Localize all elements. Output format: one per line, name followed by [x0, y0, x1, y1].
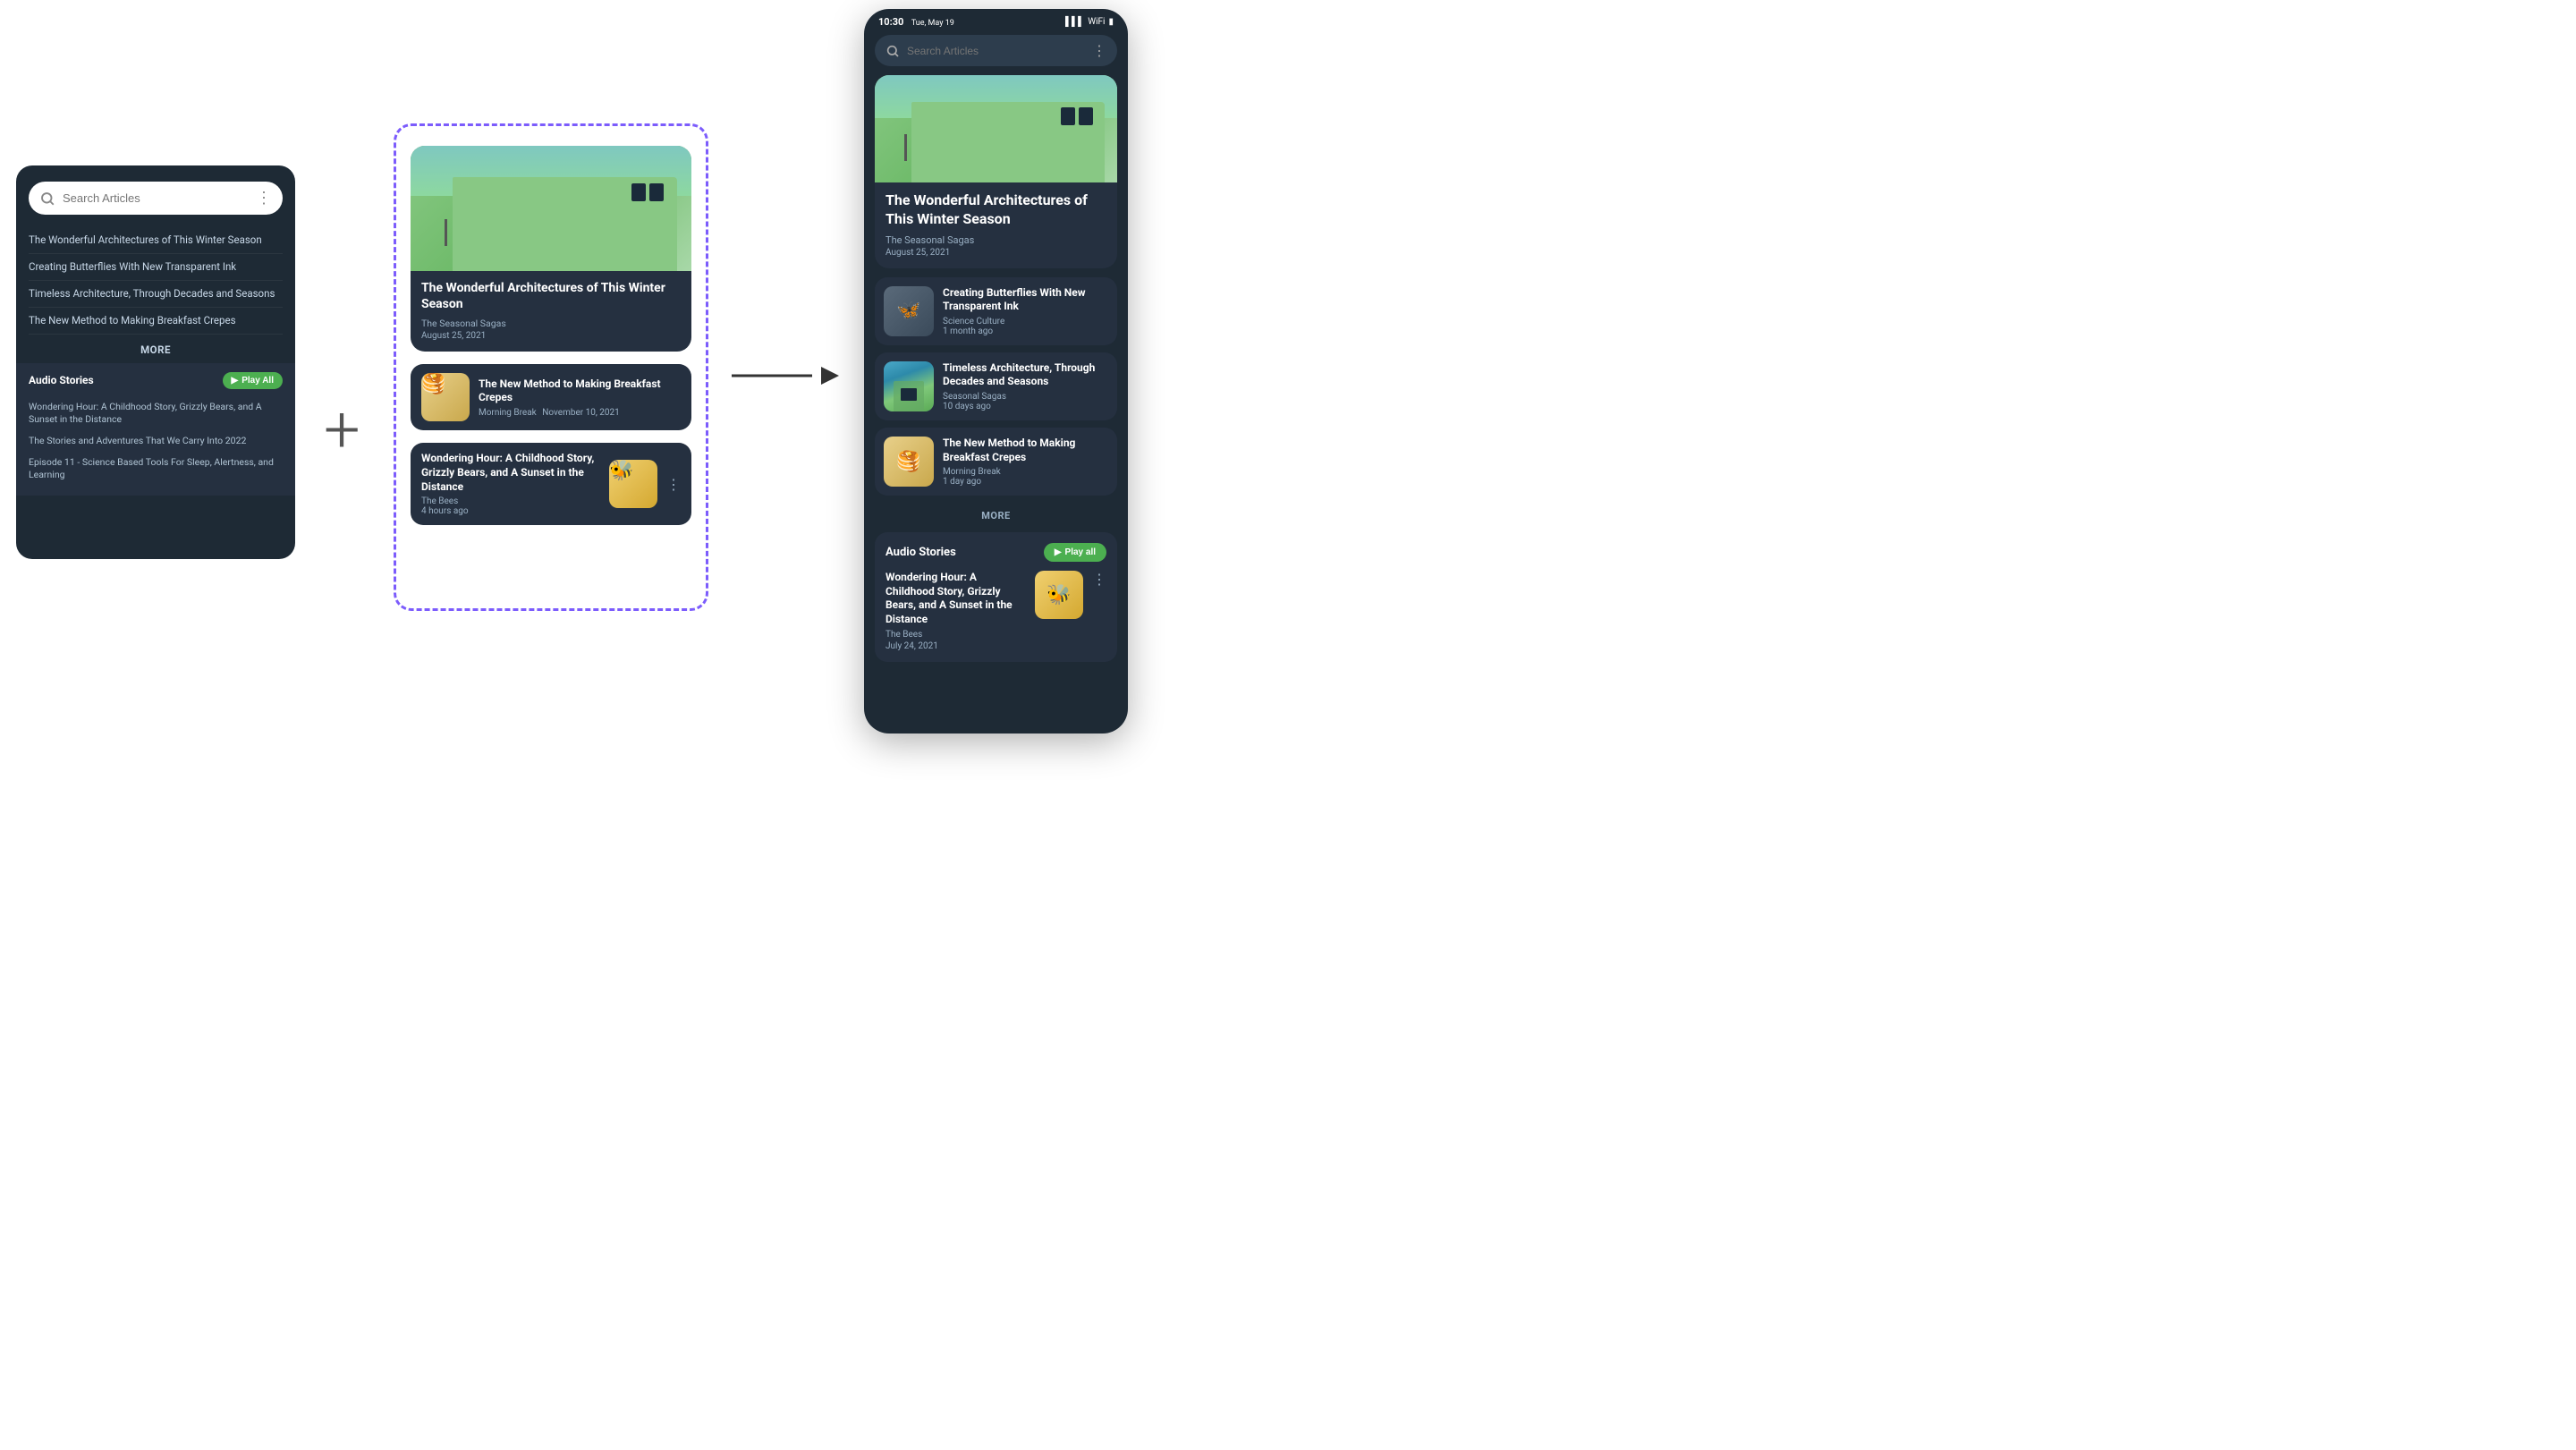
- bees-card-title: Wondering Hour: A Childhood Story, Grizz…: [421, 452, 600, 494]
- left-search-input[interactable]: [63, 191, 249, 205]
- status-date: Tue, May 19: [911, 19, 954, 28]
- status-icons: ▌▌▌ WiFi ▮: [1065, 17, 1114, 27]
- right-audio-section: Audio Stories ▶ Play all Wondering Hour:…: [875, 532, 1117, 661]
- butterfly-card-time: 1 month ago: [943, 326, 1108, 336]
- right-audio-item-date: July 24, 2021: [886, 641, 1026, 651]
- list-item[interactable]: Timeless Architecture, Through Decades a…: [29, 281, 283, 308]
- left-search-dots-icon[interactable]: ⋮: [256, 189, 272, 208]
- audio-list-item[interactable]: The Stories and Adventures That We Carry…: [29, 430, 283, 452]
- right-featured-card[interactable]: The Wonderful Architectures of This Wint…: [875, 75, 1117, 268]
- left-phone: ⋮ The Wonderful Architectures of This Wi…: [16, 165, 295, 559]
- right-audio-item-title: Wondering Hour: A Childhood Story, Grizz…: [886, 571, 1026, 626]
- architecture-card-title: Timeless Architecture, Through Decades a…: [943, 361, 1108, 389]
- right-featured-image: [875, 75, 1117, 182]
- arrow-line: [732, 375, 812, 377]
- butterfly-card-title: Creating Butterflies With New Transparen…: [943, 286, 1108, 314]
- audio-list-item[interactable]: Wondering Hour: A Childhood Story, Grizz…: [29, 396, 283, 430]
- left-audio-section: Audio Stories ▶ Play All Wondering Hour:…: [16, 363, 295, 496]
- bees-card-content: Wondering Hour: A Childhood Story, Grizz…: [421, 452, 600, 516]
- right-search-input[interactable]: [907, 45, 1085, 57]
- right-more-button[interactable]: MORE: [864, 503, 1128, 527]
- right-search-bar[interactable]: ⋮: [875, 35, 1117, 66]
- right-featured-date: August 25, 2021: [886, 248, 1106, 258]
- right-breakfast-card-title: The New Method to Making Breakfast Crepe…: [943, 437, 1108, 464]
- right-featured-source: The Seasonal Sagas: [886, 234, 1106, 246]
- right-breakfast-card-content: The New Method to Making Breakfast Crepe…: [943, 437, 1108, 487]
- right-featured-title: The Wonderful Architectures of This Wint…: [886, 191, 1106, 229]
- signal-icon: ▌▌▌: [1065, 17, 1084, 27]
- right-audio-item[interactable]: Wondering Hour: A Childhood Story, Grizz…: [886, 571, 1106, 650]
- bees-card-dots-icon[interactable]: ⋮: [666, 476, 681, 493]
- breakfast-card-content: The New Method to Making Breakfast Crepe…: [479, 377, 681, 418]
- featured-card-source: The Seasonal Sagas: [421, 318, 681, 329]
- breakfast-card-date: November 10, 2021: [542, 408, 620, 418]
- right-audio-title: Audio Stories: [886, 546, 956, 559]
- wifi-icon: WiFi: [1088, 17, 1105, 27]
- right-architecture-card[interactable]: Timeless Architecture, Through Decades a…: [875, 352, 1117, 420]
- breakfast-card-meta: Morning Break November 10, 2021: [479, 408, 681, 418]
- butterfly-card-content: Creating Butterflies With New Transparen…: [943, 286, 1108, 336]
- search-icon: [39, 191, 55, 207]
- battery-icon: ▮: [1108, 17, 1114, 27]
- bees-card-image: 🐝: [609, 460, 657, 508]
- right-phone: 10:30 Tue, May 19 ▌▌▌ WiFi ▮ ⋮: [864, 9, 1128, 733]
- left-audio-header: Audio Stories ▶ Play All: [29, 372, 283, 389]
- architecture-card-source: Seasonal Sagas: [943, 392, 1108, 402]
- bees-card-source: The Bees: [421, 496, 458, 506]
- left-search-bar[interactable]: ⋮: [29, 182, 283, 215]
- right-breakfast-card-image: 🥞: [884, 437, 934, 487]
- featured-card-title: The Wonderful Architectures of This Wint…: [421, 280, 681, 312]
- status-bar-left: 10:30 Tue, May 19: [878, 16, 954, 28]
- arrow: [732, 358, 839, 394]
- play-icon: ▶: [232, 376, 239, 386]
- center-bees-card[interactable]: Wondering Hour: A Childhood Story, Grizz…: [411, 443, 691, 525]
- status-time: 10:30: [878, 16, 903, 28]
- right-audio-dots-icon[interactable]: ⋮: [1092, 571, 1106, 588]
- butterfly-card-image: 🦋: [884, 286, 934, 336]
- architecture-card-content: Timeless Architecture, Through Decades a…: [943, 361, 1108, 411]
- right-audio-item-image: 🐝: [1035, 571, 1083, 619]
- left-more-button[interactable]: MORE: [16, 335, 295, 363]
- center-featured-card[interactable]: The Wonderful Architectures of This Wint…: [411, 146, 691, 352]
- center-composition-box: The Wonderful Architectures of This Wint…: [394, 123, 708, 611]
- right-breakfast-card-time: 1 day ago: [943, 477, 1108, 487]
- plus-sign: +: [324, 392, 360, 468]
- bees-card-time: 4 hours ago: [421, 506, 600, 516]
- right-search-icon: [886, 44, 900, 58]
- right-audio-item-content: Wondering Hour: A Childhood Story, Grizz…: [886, 571, 1026, 650]
- right-breakfast-card[interactable]: 🥞 The New Method to Making Breakfast Cre…: [875, 428, 1117, 496]
- right-featured-content: The Wonderful Architectures of This Wint…: [875, 182, 1117, 268]
- status-bar: 10:30 Tue, May 19 ▌▌▌ WiFi ▮: [864, 9, 1128, 31]
- list-item[interactable]: The New Method to Making Breakfast Crepe…: [29, 308, 283, 335]
- breakfast-card-title: The New Method to Making Breakfast Crepe…: [479, 377, 681, 405]
- featured-card-content: The Wonderful Architectures of This Wint…: [411, 271, 691, 352]
- featured-card-image: [411, 146, 691, 271]
- featured-card-date: August 25, 2021: [421, 331, 681, 341]
- breakfast-card-image: 🥞: [421, 373, 470, 421]
- play-all-label: Play All: [242, 376, 274, 386]
- right-butterfly-card[interactable]: 🦋 Creating Butterflies With New Transpar…: [875, 277, 1117, 345]
- right-audio-item-source: The Bees: [886, 630, 1026, 640]
- right-audio-header: Audio Stories ▶ Play all: [886, 543, 1106, 562]
- list-item[interactable]: Creating Butterflies With New Transparen…: [29, 254, 283, 281]
- arrow-head: [821, 367, 839, 385]
- right-play-all-button[interactable]: ▶ Play all: [1044, 543, 1106, 562]
- right-play-icon: ▶: [1055, 547, 1062, 557]
- right-search-dots-icon[interactable]: ⋮: [1092, 42, 1106, 59]
- left-play-all-button[interactable]: ▶ Play All: [223, 372, 283, 389]
- architecture-card-image: [884, 361, 934, 411]
- audio-list-item[interactable]: Episode 11 - Science Based Tools For Sle…: [29, 452, 283, 486]
- breakfast-card-source: Morning Break: [479, 408, 537, 418]
- left-audio-title: Audio Stories: [29, 374, 94, 386]
- right-breakfast-card-source: Morning Break: [943, 467, 1108, 477]
- bees-card-meta: The Bees: [421, 496, 600, 506]
- center-breakfast-card[interactable]: 🥞 The New Method to Making Breakfast Cre…: [411, 364, 691, 430]
- architecture-card-time: 10 days ago: [943, 402, 1108, 411]
- right-play-all-label: Play all: [1065, 547, 1096, 557]
- left-article-list: The Wonderful Architectures of This Wint…: [16, 227, 295, 335]
- butterfly-card-source: Science Culture: [943, 317, 1108, 326]
- list-item[interactable]: The Wonderful Architectures of This Wint…: [29, 227, 283, 254]
